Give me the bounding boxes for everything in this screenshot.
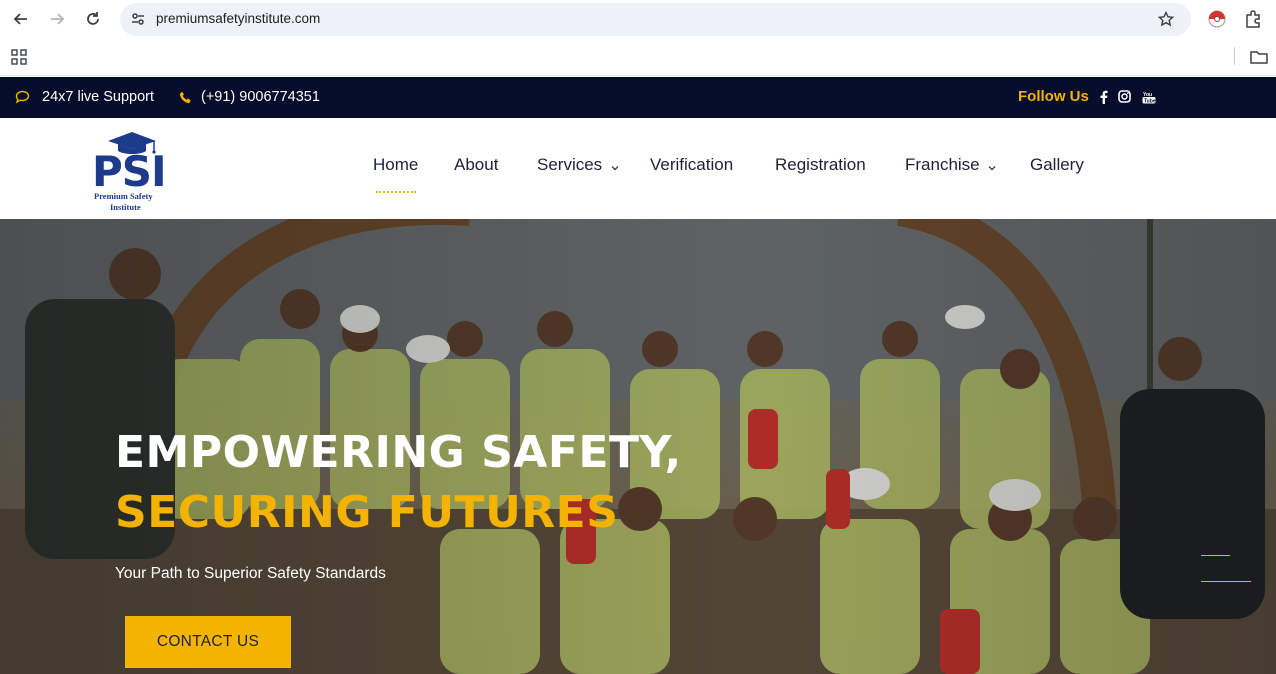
chat-bubble-icon: [15, 90, 30, 104]
nav-franchise-label: Franchise: [905, 155, 980, 174]
contact-us-button[interactable]: CONTACT US: [125, 616, 291, 668]
logo-line2: Institute: [110, 202, 141, 212]
instagram-icon[interactable]: [1118, 90, 1132, 104]
psi-logo[interactable]: PSI Premium Safety Institute: [90, 129, 168, 213]
extensions-puzzle-icon[interactable]: [1244, 10, 1262, 33]
facebook-icon[interactable]: [1099, 90, 1113, 104]
bookmarks-bar: [0, 38, 1276, 76]
apps-grid-icon[interactable]: [11, 49, 27, 70]
nav-home[interactable]: Home: [373, 155, 418, 175]
hero-heading-line2: SECURING FUTURES: [115, 487, 619, 538]
chevron-down-icon: [611, 156, 619, 176]
svg-text:Tube: Tube: [1144, 98, 1156, 104]
nav-verification[interactable]: Verification: [650, 155, 733, 175]
nav-services[interactable]: Services: [537, 155, 619, 176]
reload-icon[interactable]: [82, 8, 104, 30]
chevron-down-icon: [988, 156, 996, 176]
follow-us-label: Follow Us: [1018, 88, 1089, 105]
hero-heading-line1: EMPOWERING SAFETY,: [115, 427, 682, 478]
hero-tagline: Your Path to Superior Safety Standards: [115, 565, 386, 582]
site-settings-icon[interactable]: [130, 11, 146, 32]
logo-line1: Premium Safety: [94, 191, 153, 201]
hero-banner: EMPOWERING SAFETY, SECURING FUTURES Your…: [0, 219, 1276, 674]
top-info-bar: 24x7 live Support (+91) 9006774351 Follo…: [0, 77, 1276, 118]
forward-arrow-icon[interactable]: [46, 8, 68, 30]
phone-number[interactable]: (+91) 9006774351: [201, 89, 320, 105]
folder-icon[interactable]: [1250, 49, 1268, 70]
phone-item[interactable]: (+91) 9006774351: [179, 89, 320, 105]
support-label: 24x7 live Support: [42, 89, 155, 105]
nav-about[interactable]: About: [454, 155, 498, 175]
slider-indicator-2[interactable]: [1201, 581, 1251, 582]
browser-toolbar: premiumsafetyinstitute.com: [0, 0, 1276, 38]
site-header: PSI Premium Safety Institute Home About …: [0, 118, 1276, 219]
nav-services-label: Services: [537, 155, 603, 174]
phone-icon: [179, 91, 192, 104]
support-item: 24x7 live Support: [15, 89, 154, 105]
nav-franchise[interactable]: Franchise: [905, 155, 996, 176]
back-arrow-icon[interactable]: [10, 8, 32, 30]
extension-pokeball-icon[interactable]: [1208, 10, 1226, 33]
youtube-icon[interactable]: You Tube: [1142, 90, 1156, 104]
slider-indicator-1[interactable]: [1201, 555, 1230, 556]
address-bar[interactable]: premiumsafetyinstitute.com: [120, 3, 1191, 36]
nav-gallery[interactable]: Gallery: [1030, 155, 1084, 175]
bookmarks-divider: [1234, 47, 1235, 65]
nav-registration[interactable]: Registration: [775, 155, 866, 175]
url-text[interactable]: premiumsafetyinstitute.com: [156, 11, 320, 26]
nav-active-indicator: [376, 191, 416, 193]
logo-letters: PSI: [92, 147, 167, 196]
bookmark-star-icon[interactable]: [1157, 10, 1175, 32]
